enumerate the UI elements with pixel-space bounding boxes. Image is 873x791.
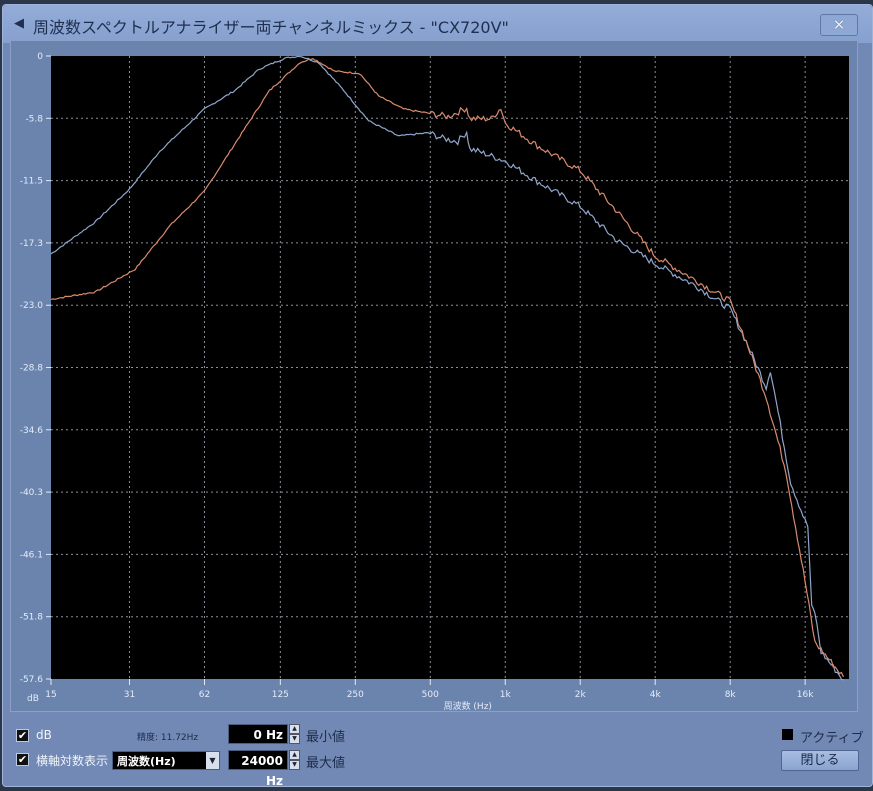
x-tick-label: 125	[272, 690, 289, 700]
close-button[interactable]: 閉じる	[781, 750, 859, 771]
y-tick-label: -40.3	[20, 488, 43, 498]
y-tick-label: 0	[37, 52, 43, 62]
close-icon: ✕	[832, 16, 846, 34]
unit-select-value: 周波数(Hz)	[117, 755, 176, 768]
arrow-up-icon[interactable]: ▲	[289, 750, 300, 760]
y-tick-label: -23.0	[20, 301, 44, 311]
spectrum-chart: 15 31 62 125 250 500 1k 2k 4k 8k 16k 0 -5.8 -11.5 -17.…	[20, 52, 849, 712]
active-label: アクティブ	[800, 731, 864, 746]
active-checkbox[interactable]	[782, 729, 793, 740]
x-tick-label: 1k	[500, 690, 512, 700]
plot-area	[51, 56, 849, 679]
x-tick-label: 250	[347, 690, 364, 700]
chart-panel: 15 31 62 125 250 500 1k 2k 4k 8k 16k 0 -5.8 -11.5 -17.…	[10, 40, 858, 712]
close-window-button[interactable]: ✕	[820, 14, 858, 36]
x-tick-label: 31	[124, 690, 135, 700]
y-tick-label: -51.8	[20, 613, 44, 623]
x-tick-label: 4k	[650, 690, 662, 700]
min-value-input[interactable]: 0 Hz	[228, 724, 288, 744]
y-axis-label: dB	[27, 694, 39, 704]
window-title: 周波数スペクトルアナライザー両チャンネルミックス - "CX720V"	[33, 18, 509, 37]
y-tick-label: -57.6	[20, 675, 44, 685]
chevron-down-icon[interactable]: ▼	[206, 752, 219, 769]
log-axis-label: 横軸対数表示	[36, 754, 109, 768]
db-label: dB	[36, 728, 52, 742]
x-tick-label: 500	[422, 690, 439, 700]
y-tick-label: -34.6	[20, 426, 44, 436]
title-bar[interactable]: ◀ 周波数スペクトルアナライザー両チャンネルミックス - "CX720V" ✕	[3, 5, 872, 43]
y-tick-label: -17.3	[20, 239, 43, 249]
x-tick-label: 15	[45, 690, 56, 700]
arrow-up-icon[interactable]: ▲	[289, 724, 300, 734]
min-label: 最小値	[306, 730, 346, 745]
x-tick-label: 8k	[725, 690, 737, 700]
arrow-down-icon[interactable]: ▼	[289, 760, 300, 770]
y-tick-label: -11.5	[20, 177, 43, 187]
arrow-down-icon[interactable]: ▼	[289, 734, 300, 744]
cubase-icon: ◀	[14, 16, 24, 31]
max-value-stepper[interactable]: ▲ ▼	[289, 750, 300, 770]
y-tick-label: -5.8	[25, 114, 43, 124]
x-axis-label: 周波数 (Hz)	[444, 700, 492, 712]
x-tick-label: 62	[199, 690, 210, 700]
db-checkbox[interactable]: ✔	[16, 729, 29, 742]
y-tick-label: -46.1	[20, 550, 43, 560]
x-tick-label: 16k	[797, 690, 814, 700]
max-label: 最大値	[306, 756, 346, 771]
resolution-label: 精度: 11.72Hz	[137, 733, 199, 743]
y-tick-label: -28.8	[20, 364, 44, 374]
min-value-stepper[interactable]: ▲ ▼	[289, 724, 300, 744]
unit-select[interactable]: 周波数(Hz) ▼	[112, 751, 220, 770]
log-axis-checkbox[interactable]: ✔	[16, 753, 29, 766]
x-tick-label: 2k	[575, 690, 587, 700]
max-value-input[interactable]: 24000 Hz	[228, 750, 288, 788]
